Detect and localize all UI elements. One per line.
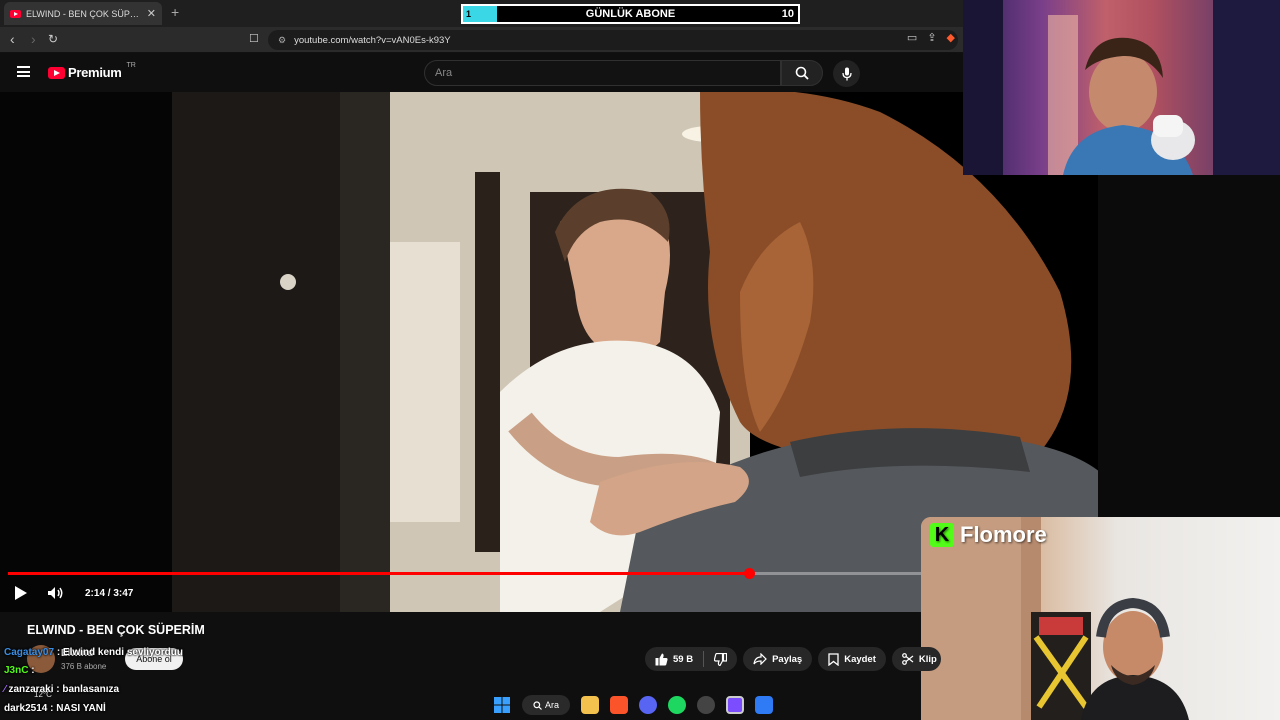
logo-text: Premium (68, 65, 122, 80)
share-button[interactable]: Paylaş (743, 647, 813, 671)
reload-icon[interactable]: ↻ (48, 32, 58, 46)
taskbar-search[interactable]: Ara (522, 695, 570, 715)
like-count: 59 B (673, 653, 694, 665)
chat-message: Cagatay07 : Elwind kendi sevliyorduu (4, 647, 183, 659)
scissors-icon (901, 653, 914, 665)
voice-search-button[interactable] (833, 60, 860, 87)
search-input[interactable]: Ara (424, 60, 781, 86)
spotify-icon[interactable] (668, 696, 686, 714)
like-button[interactable]: 59 B (645, 647, 703, 671)
like-dislike-group: 59 B (645, 647, 738, 671)
windows-taskbar: Ara (0, 688, 963, 720)
chat-text: Elwind kendi sevliyorduu (62, 647, 183, 658)
counter-label: GÜNLÜK ABONE (585, 8, 676, 20)
chat-separator: : (31, 665, 35, 676)
bookmark-icon[interactable]: ☐ (249, 32, 259, 45)
kick-logo-icon: K (930, 523, 954, 547)
search-icon (533, 700, 542, 710)
file-explorer-icon[interactable] (581, 696, 599, 714)
volume-icon[interactable] (47, 586, 65, 600)
close-tab-icon[interactable]: ✕ (147, 7, 156, 20)
discord-icon[interactable] (639, 696, 657, 714)
brave-shield-icon[interactable]: ◆ (947, 31, 955, 44)
browser-toolbar: ‹ › ↻ ☐ ⚙ youtube.com/watch?v=vAN0Es-k93… (0, 27, 963, 53)
thumbs-up-icon (655, 653, 668, 665)
forward-icon[interactable]: › (31, 31, 36, 47)
brave-browser-icon[interactable] (610, 696, 628, 714)
site-info-icon[interactable]: ⚙ (278, 35, 286, 46)
browser-tab[interactable]: ELWIND - BEN ÇOK SÜPERİM - YouTube ✕ (4, 2, 162, 25)
region-code: TR (126, 62, 136, 69)
chat-username: Cagatay07 (4, 647, 55, 658)
taskbar-search-label: Ara (544, 700, 559, 710)
search-button[interactable] (781, 60, 823, 86)
streamer-name-overlay: K Flomore (930, 522, 1047, 548)
chat-message: J3nC : (4, 665, 35, 677)
play-icon[interactable] (14, 585, 28, 601)
subscriber-count: 376 B abone (61, 662, 107, 671)
time-display: 2:14 / 3:47 (85, 588, 134, 599)
player-right-margin (1098, 175, 1280, 517)
menu-icon[interactable] (17, 66, 30, 77)
webcam-image (963, 0, 1280, 175)
search-icon (795, 66, 809, 80)
dislike-button[interactable] (704, 647, 737, 671)
daily-sub-counter: 1 GÜNLÜK ABONE 10 (461, 4, 800, 24)
share-label: Paylaş (772, 653, 803, 665)
youtube-favicon-icon (10, 9, 21, 18)
save-label: Kaydet (844, 653, 876, 665)
bookmark-save-icon (828, 652, 839, 666)
webcam-top-right (963, 0, 1280, 175)
youtube-header: Premium TR Ara (0, 53, 963, 92)
cast-icon[interactable]: ▭ (907, 31, 917, 44)
streaming-app-icon[interactable] (726, 696, 744, 714)
screen: ELWIND - BEN ÇOK SÜPERİM - YouTube ✕ + ‹… (0, 0, 1280, 720)
url-text: youtube.com/watch?v=vAN0Es-k93Y (294, 34, 451, 46)
youtube-premium-logo[interactable]: Premium TR (48, 62, 136, 80)
youtube-play-logo-icon (48, 66, 65, 79)
counter-goal: 10 (781, 8, 794, 20)
back-icon[interactable]: ‹ (10, 31, 15, 47)
obs-studio-icon[interactable] (697, 696, 715, 714)
thumbs-down-icon (714, 652, 728, 666)
streamer-name: Flomore (960, 522, 1047, 547)
chat-username: J3nC (4, 665, 29, 676)
new-tab-button[interactable]: + (171, 4, 179, 20)
tab-title: ELWIND - BEN ÇOK SÜPERİM - YouTube (26, 8, 142, 19)
seek-bar-played (8, 572, 750, 575)
address-bar[interactable]: ⚙ youtube.com/watch?v=vAN0Es-k93Y (268, 30, 958, 50)
clip-button[interactable]: Klip (891, 647, 941, 671)
microphone-icon (841, 67, 852, 80)
share-page-icon[interactable]: ⇪ (927, 31, 936, 44)
settings-app-icon[interactable] (755, 696, 773, 714)
seek-bar[interactable] (8, 568, 923, 579)
share-arrow-icon (753, 653, 767, 665)
search-placeholder: Ara (435, 67, 453, 79)
video-title: ELWIND - BEN ÇOK SÜPERİM (27, 623, 205, 637)
video-actions: 59 B Paylaş Kaydet Klip (645, 647, 941, 671)
save-button[interactable]: Kaydet (818, 647, 886, 671)
browser-actions: ▭ ⇪ ◆ (907, 31, 955, 44)
clip-label: Klip (918, 653, 937, 665)
taskbar-apps: Ara (493, 695, 773, 715)
start-windows-icon[interactable] (493, 696, 511, 714)
